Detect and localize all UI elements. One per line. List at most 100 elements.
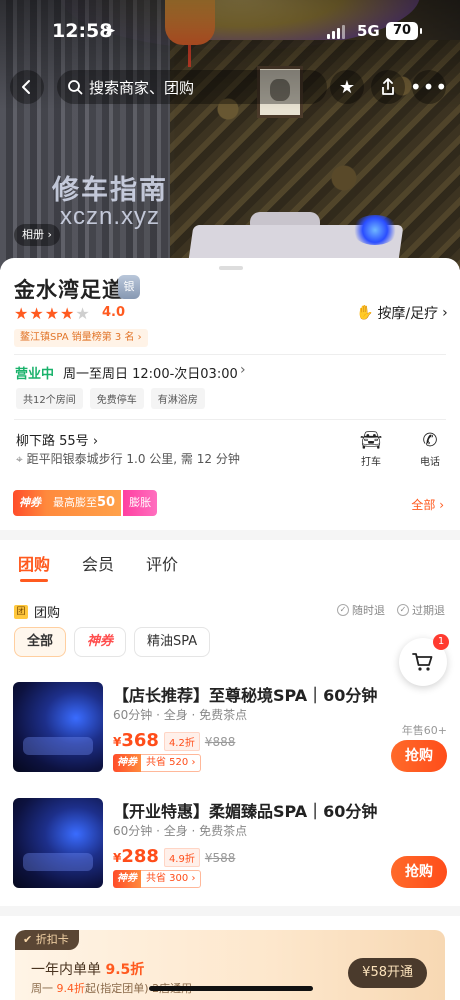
promo-text: 最高膨至50 <box>47 490 122 516</box>
deal-price: ¥368 <box>113 730 159 751</box>
taxi-label: 打车 <box>361 457 381 468</box>
favorite-button[interactable]: ★ <box>330 70 364 104</box>
cart-count-badge: 1 <box>433 634 449 650</box>
battery-icon: 70 <box>386 22 422 40</box>
tab-member[interactable]: 会员 <box>82 551 114 575</box>
star-icon: ★ <box>60 304 75 323</box>
address-link[interactable]: 柳下路 55号 › <box>16 430 98 449</box>
group-buy-icon: 团 <box>14 604 28 619</box>
share-button[interactable] <box>371 70 405 104</box>
section-tabs: 团购 会员 评价 <box>0 551 460 582</box>
tab-group-buy[interactable]: 团购 <box>18 551 50 582</box>
album-label: 相册 <box>22 228 44 241</box>
filter-all[interactable]: 全部 <box>14 627 67 657</box>
location-arrow-icon: ➤ <box>104 23 116 39</box>
divider <box>14 419 446 420</box>
open-status: 营业中 <box>15 367 55 382</box>
original-price: ¥588 <box>204 851 236 865</box>
price-row: ¥288 4.9折 ¥588 <box>113 846 235 867</box>
group-buy-label: 团购 <box>34 606 61 621</box>
rating-score: 4.0 <box>102 305 126 320</box>
tab-reviews[interactable]: 评价 <box>146 551 178 575</box>
search-input[interactable]: 搜索商家、团购 <box>57 70 327 104</box>
savings-text: 共省 300 › <box>141 870 202 888</box>
blue-lamp <box>352 215 398 245</box>
category-label: 按摩/足疗 <box>377 306 439 322</box>
rank-badge[interactable]: 鳌江镇SPA 销量榜第 3 名 › <box>14 329 148 347</box>
filter-shen-coupon[interactable]: 神券 <box>74 627 127 657</box>
price-row: ¥368 4.2折 ¥888 <box>113 730 235 751</box>
cart-button[interactable]: 1 <box>399 634 449 686</box>
watermark-line1: 修车指南 <box>52 175 168 205</box>
discount-badge: 4.9折 <box>163 848 200 867</box>
phone-button[interactable]: ✆ 电话 <box>415 429 445 468</box>
check-icon: ✓ <box>337 604 349 616</box>
discount-card-title: 一年内单单 9.5折 <box>31 962 145 978</box>
massage-hand-icon: ✋ <box>356 305 374 321</box>
check-icon: ✓ <box>397 604 409 616</box>
business-hours[interactable]: 周一至周日 12:00-次日03:00 <box>63 363 238 382</box>
shop-name: 金水湾足道 <box>14 278 124 302</box>
home-indicator[interactable] <box>149 986 313 991</box>
deal-title: 【开业特惠】柔媚臻品SPA｜60分钟 <box>113 802 378 821</box>
deal-thumbnail <box>13 682 103 772</box>
chevron-right-icon: › <box>442 305 448 321</box>
original-price: ¥888 <box>204 735 236 749</box>
shop-detail-sheet: 金水湾足道 银 ★ ★ ★ ★ ★ 4.0 ✋ 按摩/足疗 › 鳌江镇SPA 销… <box>0 258 460 1000</box>
deal-thumbnail <box>13 798 103 888</box>
rating-stars: ★ ★ ★ ★ ★ <box>14 304 90 323</box>
star-icon: ★ <box>14 304 29 323</box>
coupon-promo[interactable]: 神券 最高膨至50 膨胀 <box>13 490 158 516</box>
signal-icon <box>327 25 345 39</box>
divider <box>14 354 446 355</box>
deal-subtitle: 60分钟 · 全身 · 免费茶点 <box>113 708 248 722</box>
facility-tag: 免费停车 <box>89 388 144 409</box>
network-type: 5G <box>357 22 380 40</box>
sheet-handle[interactable] <box>219 266 243 270</box>
taxi-icon: 🚘︎ <box>359 430 383 451</box>
shen-coupon-badge: 神券 <box>113 754 141 772</box>
savings-text: 共省 520 › <box>141 754 202 772</box>
location-icon: ⌖ <box>16 452 23 466</box>
discount-card-tag: ✔ 折扣卡 <box>15 930 79 950</box>
status-bar: 12:58 ➤ 5G 70 <box>0 0 460 62</box>
inflate-badge: 膨胀 <box>123 490 158 516</box>
silver-medal-icon[interactable]: 银 <box>118 275 140 299</box>
rank-label: 鳌江镇SPA 销量榜第 3 名 <box>20 332 135 343</box>
shen-coupon-badge: 神券 <box>13 490 47 516</box>
more-icon: ••• <box>409 75 449 99</box>
guarantee-refund-expired: ✓ 过期退 <box>397 602 445 618</box>
facility-tags: 共12个房间 免费停车 有淋浴房 <box>16 388 205 409</box>
star-icon: ★ <box>44 304 60 323</box>
more-button[interactable]: ••• <box>409 70 449 104</box>
buy-button[interactable]: 抢购 <box>391 856 447 888</box>
deal-title: 【店长推荐】至尊秘境SPA｜60分钟 <box>113 686 378 705</box>
yearly-sales: 年售60+ <box>401 724 447 737</box>
activate-card-button[interactable]: ¥58开通 <box>348 958 427 988</box>
savings-tag: 神券 共省 520 › <box>113 754 202 772</box>
all-coupons-link[interactable]: 全部 › <box>411 496 444 513</box>
deal-item[interactable]: 【开业特惠】柔媚臻品SPA｜60分钟 60分钟 · 全身 · 免费茶点 ¥288… <box>13 798 447 894</box>
watermark-line2: xczn.xyz <box>59 203 160 231</box>
distance-text: 距平阳银泰城步行 1.0 公里, 需 12 分钟 <box>26 452 240 466</box>
star-icon: ★ <box>75 304 90 323</box>
taxi-button[interactable]: 🚘︎ 打车 <box>356 429 386 468</box>
buy-button[interactable]: 抢购 <box>391 740 447 772</box>
distance-info: ⌖ 距平阳银泰城步行 1.0 公里, 需 12 分钟 <box>16 450 240 467</box>
group-buy-header: 团 团购 <box>14 602 60 621</box>
category-link[interactable]: ✋ 按摩/足疗 › <box>356 303 448 323</box>
phone-icon: ✆ <box>422 430 438 451</box>
shen-coupon-badge: 神券 <box>113 870 141 888</box>
savings-tag: 神券 共省 300 › <box>113 870 202 888</box>
star-icon: ★ <box>29 304 44 323</box>
filter-oil-spa[interactable]: 精油SPA <box>134 627 211 657</box>
watermark: 修车指南 xczn.xyz <box>52 176 168 230</box>
deal-subtitle: 60分钟 · 全身 · 免费茶点 <box>113 824 248 838</box>
back-icon <box>22 80 30 94</box>
address-text: 柳下路 55号 <box>16 434 89 449</box>
album-button[interactable]: 相册 › <box>14 224 60 246</box>
chevron-right-icon[interactable]: › <box>240 362 246 378</box>
discount-badge: 4.2折 <box>163 732 200 751</box>
back-button[interactable] <box>10 70 44 104</box>
deal-item[interactable]: 【店长推荐】至尊秘境SPA｜60分钟 60分钟 · 全身 · 免费茶点 ¥368… <box>13 682 447 778</box>
